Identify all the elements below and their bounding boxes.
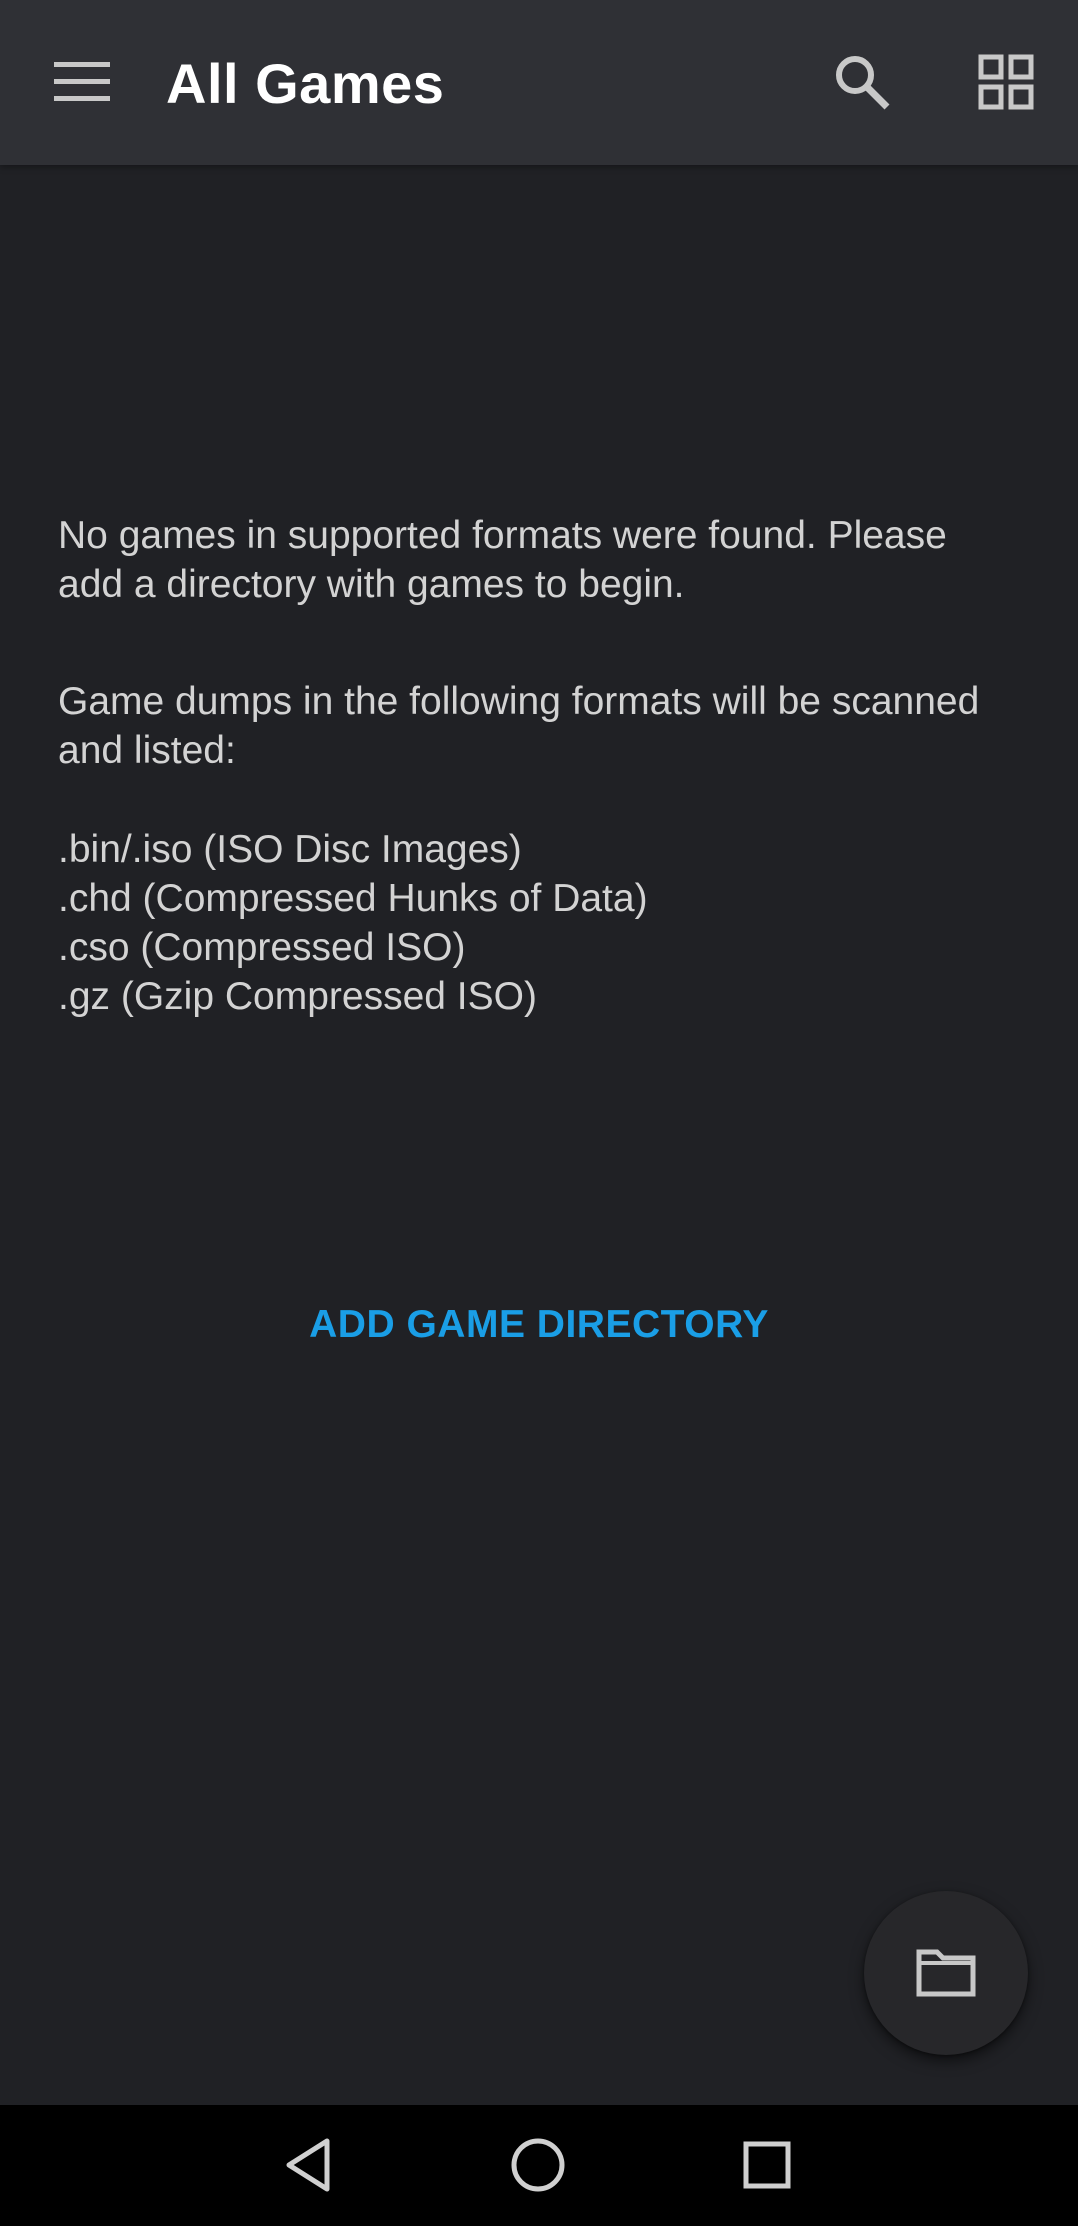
format-item: .gz (Gzip Compressed ISO) bbox=[58, 975, 537, 1018]
search-icon bbox=[836, 56, 890, 110]
folder-icon bbox=[916, 1949, 976, 1997]
nav-back-button[interactable] bbox=[268, 2125, 348, 2205]
app-bar: All Games bbox=[0, 0, 1078, 165]
grid-view-icon bbox=[978, 54, 1034, 110]
home-circle-icon bbox=[511, 2138, 565, 2192]
add-game-directory-button[interactable]: ADD GAME DIRECTORY bbox=[289, 1289, 789, 1361]
app-screen: All Games No games in supported formats … bbox=[0, 0, 1078, 2226]
format-item: .chd (Compressed Hunks of Data) bbox=[58, 877, 648, 920]
empty-state: No games in supported formats were found… bbox=[0, 165, 1078, 2105]
nav-recents-button[interactable] bbox=[727, 2125, 807, 2205]
view-toggle-button[interactable] bbox=[962, 38, 1050, 126]
system-navigation-bar bbox=[0, 2105, 1078, 2226]
page-title: All Games bbox=[166, 52, 445, 115]
empty-message: No games in supported formats were found… bbox=[58, 514, 947, 606]
back-triangle-icon bbox=[286, 2138, 330, 2192]
formats-list: .bin/.iso (ISO Disc Images) .chd (Compre… bbox=[58, 825, 1018, 1021]
hamburger-menu-icon bbox=[54, 62, 110, 101]
search-button[interactable] bbox=[818, 38, 906, 126]
nav-home-button[interactable] bbox=[498, 2125, 578, 2205]
format-item: .cso (Compressed ISO) bbox=[58, 926, 466, 969]
format-item: .bin/.iso (ISO Disc Images) bbox=[58, 828, 522, 871]
menu-button[interactable] bbox=[38, 38, 126, 126]
formats-intro: Game dumps in the following formats will… bbox=[58, 680, 980, 772]
recents-square-icon bbox=[743, 2141, 791, 2189]
add-folder-fab[interactable] bbox=[864, 1891, 1028, 2055]
